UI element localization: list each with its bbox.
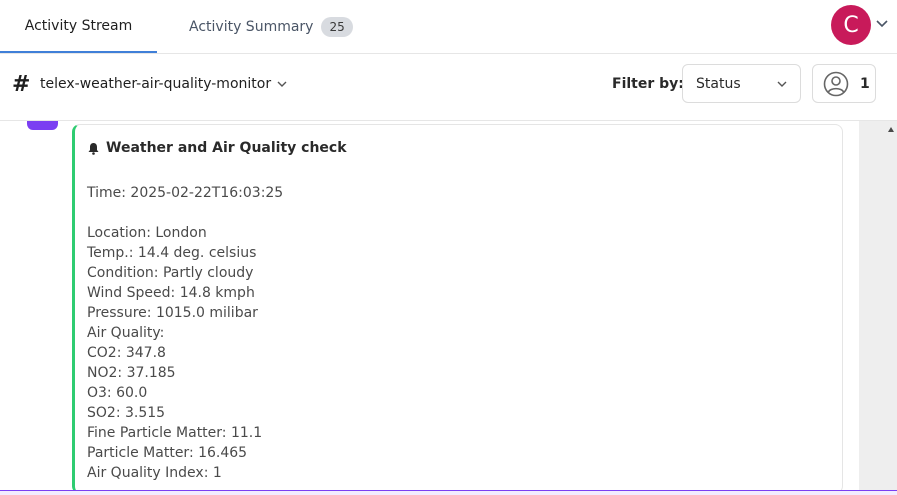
message-line: O3: 60.0 (87, 385, 148, 401)
message-line: Air Quality Index: 1 (87, 465, 222, 481)
message-line: Temp.: 14.4 deg. celsius (87, 245, 257, 261)
message-line: Fine Particle Matter: 11.1 (87, 425, 263, 441)
message-line: Time: 2025-02-22T16:03:25 (87, 185, 284, 201)
message-title-text: Weather and Air Quality check (106, 140, 347, 156)
message-marker (27, 121, 58, 130)
member-count: 1 (860, 76, 870, 92)
scroll-up-arrow-icon[interactable] (888, 127, 894, 132)
tab-activity-stream-label: Activity Stream (24, 17, 133, 34)
message-line: Condition: Partly cloudy (87, 265, 254, 281)
message-title: Weather and Air Quality check (87, 140, 347, 156)
message-line: Wind Speed: 14.8 kmph (87, 285, 255, 301)
chevron-down-icon (777, 81, 787, 87)
channel-name[interactable]: telex-weather-air-quality-monitor (40, 76, 271, 92)
channel-header: # telex-weather-air-quality-monitor Filt… (0, 54, 897, 121)
scrollbar[interactable] (859, 121, 897, 494)
hash-icon: # (12, 72, 31, 97)
chevron-down-icon[interactable] (875, 16, 889, 30)
message-line: CO2: 347.8 (87, 345, 166, 361)
message-line: Location: London (87, 225, 207, 241)
tab-bar: Activity Stream Activity Summary 25 C (0, 0, 897, 54)
chevron-down-icon[interactable] (276, 78, 288, 90)
message-line: SO2: 3.515 (87, 405, 166, 421)
tab-activity-summary[interactable]: Activity Summary 25 (189, 0, 353, 53)
composer-edge (0, 490, 897, 495)
status-filter-select[interactable]: Status (682, 64, 801, 103)
tab-activity-stream[interactable]: Activity Stream (0, 0, 157, 53)
message-line: Particle Matter: 16.465 (87, 445, 248, 461)
bell-icon (88, 142, 99, 155)
message-line: Air Quality: (87, 325, 165, 341)
message-line: NO2: 37.185 (87, 365, 176, 381)
user-avatar[interactable]: C (831, 5, 871, 45)
members-button[interactable]: 1 (812, 64, 876, 103)
message-card: Weather and Air Quality check Time: 2025… (72, 124, 843, 494)
tab-activity-summary-label: Activity Summary (189, 18, 314, 35)
user-icon (823, 71, 849, 97)
activity-summary-count-badge: 25 (321, 16, 353, 37)
message-line: Pressure: 1015.0 milibar (87, 305, 258, 321)
filter-label: Filter by: (612, 76, 684, 92)
status-filter-value: Status (696, 76, 741, 92)
